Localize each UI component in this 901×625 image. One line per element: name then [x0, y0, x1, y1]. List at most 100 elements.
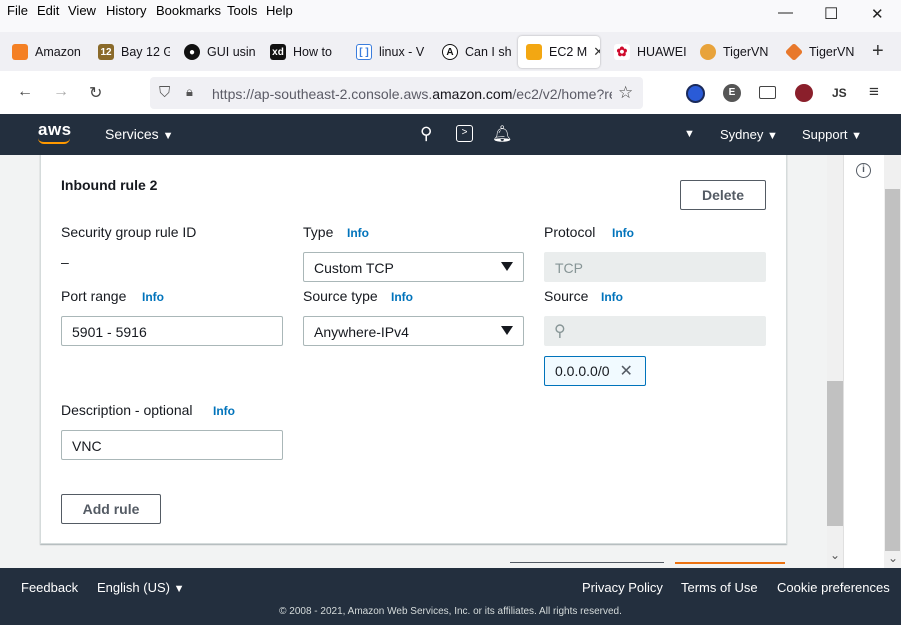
- support-menu[interactable]: Support ▼: [802, 127, 862, 142]
- url-bar[interactable]: ⛉ 🔒︎ https://ap-southeast-2.console.aws.…: [150, 77, 643, 109]
- close-window-icon[interactable]: ✕: [871, 5, 884, 23]
- description-value: VNC: [72, 438, 102, 454]
- source-search-input[interactable]: ⚲: [544, 316, 766, 346]
- account-avatar[interactable]: JS: [832, 86, 847, 100]
- github-icon: ●: [184, 44, 200, 60]
- port-range-value: 5901 - 5916: [72, 324, 147, 340]
- tab-label: HUAWEI: [637, 45, 686, 59]
- feedback-link[interactable]: Feedback: [21, 580, 78, 595]
- tab-tigervnc-2[interactable]: TigerVN: [778, 36, 858, 68]
- account-dropdown-caret-icon[interactable]: ▼: [684, 128, 695, 140]
- aws-smile-icon: [38, 138, 70, 144]
- add-rule-button[interactable]: Add rule: [61, 494, 161, 524]
- extension-pie-icon[interactable]: [686, 84, 705, 103]
- source-token: 0.0.0.0/0 ✕: [544, 356, 646, 386]
- description-input[interactable]: VNC: [61, 430, 283, 460]
- askubuntu-icon: A: [442, 44, 458, 60]
- remove-token-icon[interactable]: ✕: [620, 361, 633, 381]
- tab-label: Amazon: [35, 45, 81, 59]
- sg-rule-id-value: –: [61, 254, 69, 270]
- url-text[interactable]: https://ap-southeast-2.console.aws.amazo…: [212, 86, 612, 102]
- aws-footer: Feedback English (US) ▼ Privacy Policy T…: [0, 568, 901, 625]
- source-info-link[interactable]: Info: [601, 290, 623, 304]
- menu-bookmarks[interactable]: Bookmarks: [156, 3, 221, 18]
- tab-huawei[interactable]: ✿ HUAWEI: [606, 36, 686, 68]
- tigervnc-icon: [700, 44, 716, 60]
- notifications-bell-icon[interactable]: 🔔︎: [492, 124, 512, 144]
- menu-history[interactable]: History: [106, 3, 146, 18]
- copyright-text: © 2008 - 2021, Amazon Web Services, Inc.…: [279, 606, 622, 617]
- tab-canish[interactable]: A Can I sh: [434, 36, 514, 68]
- tab-label: linux - V: [379, 45, 425, 59]
- ec2-icon: [526, 44, 542, 60]
- extension-e-icon[interactable]: E: [723, 84, 741, 102]
- maximize-icon[interactable]: ☐: [824, 4, 838, 24]
- page-scroll-down-icon[interactable]: ⌄: [888, 551, 898, 565]
- delete-button[interactable]: Delete: [680, 180, 766, 210]
- scroll-down-icon[interactable]: ⌄: [830, 548, 840, 562]
- shield-icon[interactable]: ⛉: [159, 84, 170, 101]
- type-select[interactable]: Custom TCP: [303, 252, 524, 282]
- cookie-preferences-link[interactable]: Cookie preferences: [777, 580, 890, 595]
- port-range-input[interactable]: 5901 - 5916: [61, 316, 283, 346]
- tab-label: How to: [293, 45, 332, 59]
- amazon-icon: [12, 44, 28, 60]
- tab-label: EC2 M: [549, 45, 588, 59]
- tab-label: GUI usin: [207, 45, 256, 59]
- protocol-label: Protocol: [544, 224, 596, 240]
- menu-view[interactable]: View: [68, 3, 96, 18]
- protocol-field: TCP: [544, 252, 766, 282]
- main-content: Inbound rule 2 Delete Security group rul…: [0, 155, 843, 568]
- page-scrollbar-thumb[interactable]: [885, 189, 900, 551]
- region-selector[interactable]: Sydney ▼: [720, 127, 778, 142]
- language-selector[interactable]: English (US) ▼: [97, 580, 184, 595]
- search-icon: ⚲: [554, 323, 566, 340]
- menu-help[interactable]: Help: [266, 3, 293, 18]
- tools-panel: i ⌄: [843, 155, 901, 568]
- privacy-policy-link[interactable]: Privacy Policy: [582, 580, 663, 595]
- tigervnc-diamond-icon: [784, 42, 804, 62]
- brackets-icon: [ ]: [356, 44, 372, 60]
- menu-edit[interactable]: Edit: [37, 3, 59, 18]
- menu-file[interactable]: File: [7, 3, 28, 18]
- tab-linux[interactable]: [ ] linux - V: [348, 36, 428, 68]
- new-tab-icon[interactable]: +: [872, 40, 884, 63]
- services-menu[interactable]: Services ▼: [105, 126, 173, 142]
- tab-howto[interactable]: xd How to: [262, 36, 342, 68]
- tab-bay12[interactable]: 12 Bay 12 G: [90, 36, 170, 68]
- tab-ec2[interactable]: EC2 M ✕: [518, 36, 600, 68]
- type-label: Type: [303, 224, 334, 240]
- rule-title: Inbound rule 2: [61, 177, 158, 193]
- menu-tools[interactable]: Tools: [227, 3, 257, 18]
- tab-gui[interactable]: ● GUI usin: [176, 36, 256, 68]
- terms-of-use-link[interactable]: Terms of Use: [681, 580, 758, 595]
- back-icon[interactable]: ←: [17, 83, 33, 101]
- port-range-info-link[interactable]: Info: [142, 290, 164, 304]
- reload-icon[interactable]: ↻: [89, 83, 102, 103]
- type-info-link[interactable]: Info: [347, 226, 369, 240]
- cloudshell-icon[interactable]: >: [456, 125, 473, 142]
- extension-ublock-icon[interactable]: [795, 84, 813, 102]
- tab-tigervnc-1[interactable]: TigerVN: [692, 36, 772, 68]
- close-tab-icon[interactable]: ✕: [593, 44, 600, 60]
- forward-icon[interactable]: →: [53, 83, 69, 101]
- source-type-select-value: Anywhere-IPv4: [314, 324, 409, 340]
- content-scrollbar-thumb[interactable]: [827, 381, 843, 526]
- hamburger-menu-icon[interactable]: ≡: [869, 82, 879, 102]
- minimize-icon[interactable]: —: [778, 4, 793, 21]
- protocol-info-link[interactable]: Info: [612, 226, 634, 240]
- source-type-select[interactable]: Anywhere-IPv4: [303, 316, 524, 346]
- lock-icon[interactable]: 🔒︎: [186, 84, 193, 100]
- reader-view-icon[interactable]: [759, 86, 776, 99]
- description-info-link[interactable]: Info: [213, 404, 235, 418]
- source-type-info-link[interactable]: Info: [391, 290, 413, 304]
- info-panel-icon[interactable]: i: [856, 163, 871, 178]
- search-icon[interactable]: ⚲: [420, 124, 432, 144]
- aws-logo[interactable]: aws: [38, 120, 72, 140]
- tab-label: TigerVN: [809, 45, 855, 59]
- bookmark-star-icon[interactable]: ☆: [618, 83, 633, 103]
- tab-label: Can I sh: [465, 45, 512, 59]
- caret-down-icon: [501, 326, 513, 335]
- sg-rule-id-label: Security group rule ID: [61, 224, 197, 240]
- tab-amazon[interactable]: Amazon: [4, 36, 84, 68]
